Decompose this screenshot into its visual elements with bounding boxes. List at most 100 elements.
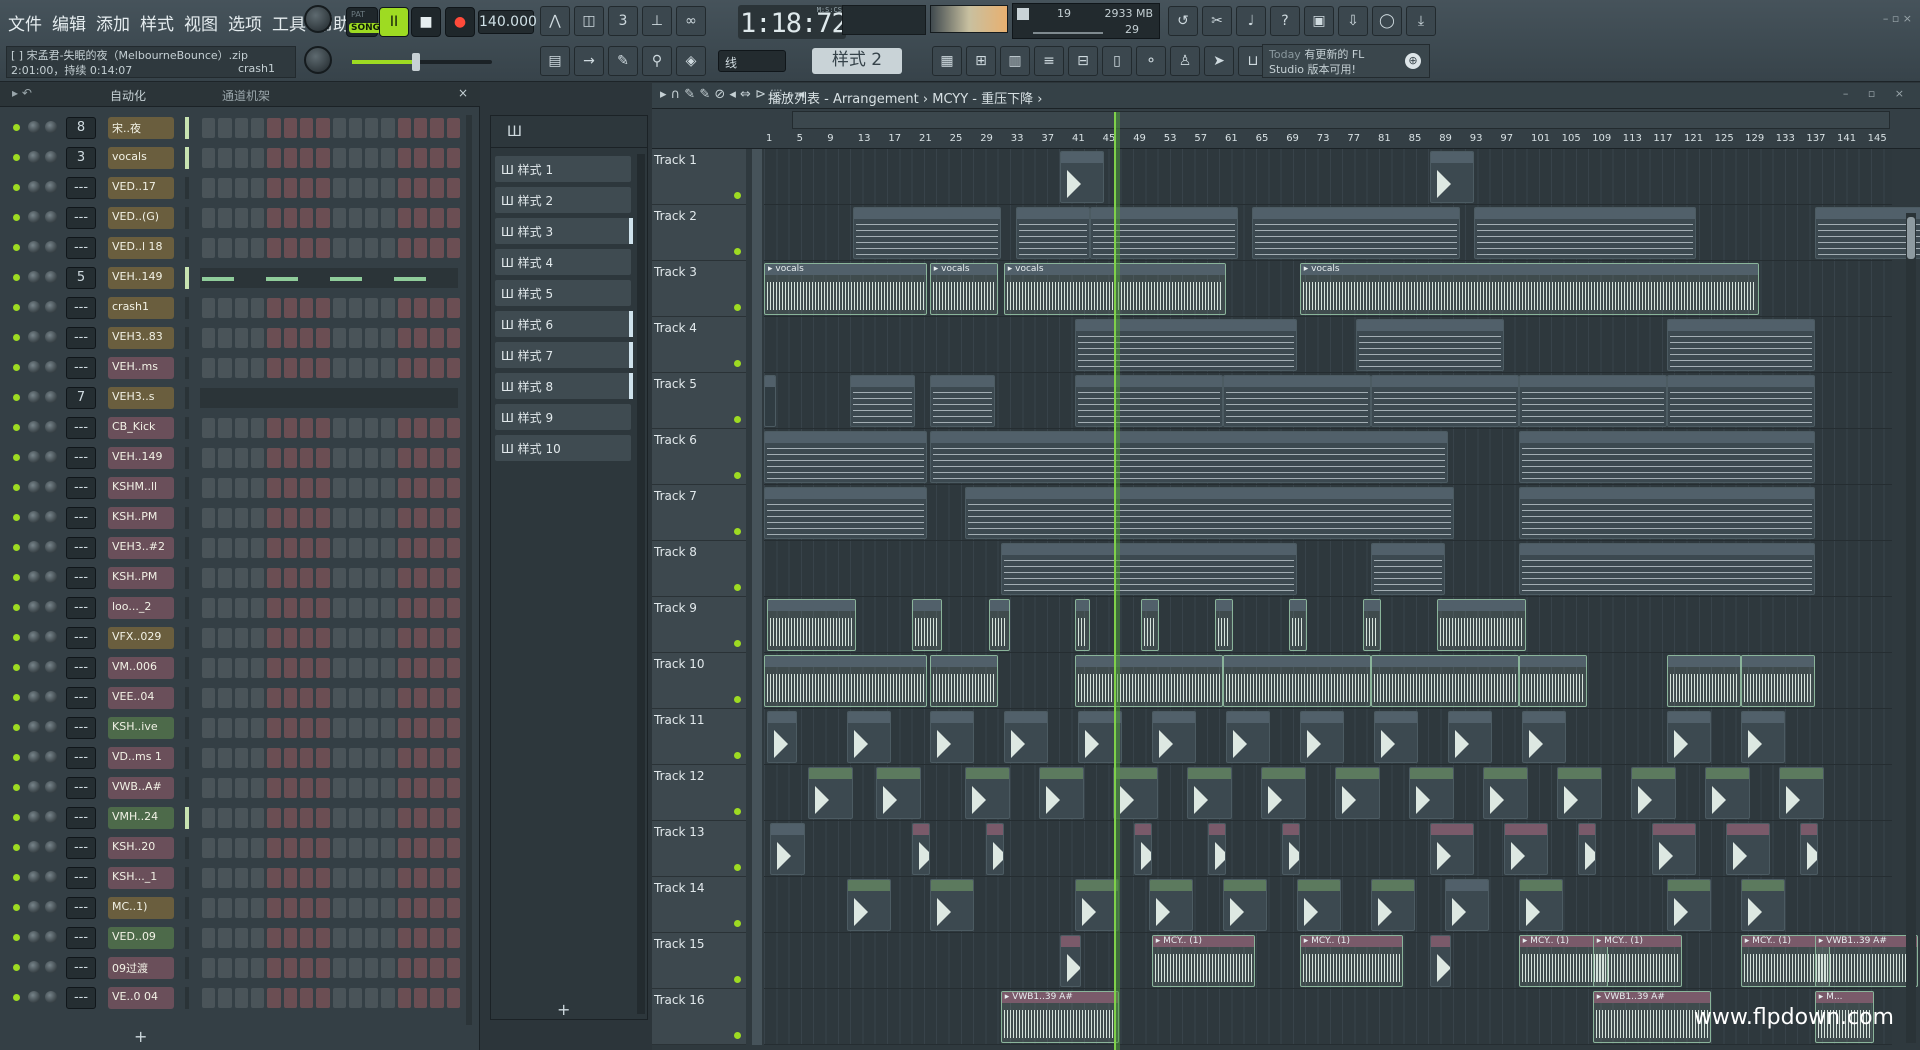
pattern-clip[interactable] bbox=[1074, 375, 1223, 427]
channel-select-grip[interactable] bbox=[185, 177, 189, 199]
channel-name-button[interactable]: vocals bbox=[108, 147, 174, 169]
channel-name-button[interactable]: VED..09 bbox=[108, 927, 174, 949]
step-button[interactable] bbox=[381, 688, 395, 708]
channel-select-grip[interactable] bbox=[185, 567, 189, 589]
step-button[interactable] bbox=[365, 778, 379, 798]
channel-name-button[interactable]: KSH..ive bbox=[108, 717, 174, 739]
channel-mixer-track[interactable]: --- bbox=[66, 657, 96, 679]
step-button[interactable] bbox=[397, 358, 412, 378]
step-button[interactable] bbox=[397, 178, 412, 198]
close-icon[interactable]: × bbox=[458, 86, 468, 100]
step-button[interactable] bbox=[414, 838, 428, 858]
step-button[interactable] bbox=[365, 508, 379, 528]
step-button[interactable] bbox=[218, 208, 232, 228]
step-button[interactable] bbox=[381, 898, 395, 918]
channel-pan-knob[interactable] bbox=[28, 811, 40, 823]
channel-row[interactable]: --- crash1 bbox=[0, 293, 480, 323]
step-button[interactable] bbox=[430, 688, 444, 708]
step-button[interactable] bbox=[283, 358, 297, 378]
step-button[interactable] bbox=[283, 298, 297, 318]
piano-roll-icon[interactable]: ⊞ bbox=[966, 46, 996, 76]
step-button[interactable] bbox=[430, 328, 444, 348]
channel-mute-led[interactable] bbox=[13, 304, 20, 311]
step-button[interactable] bbox=[381, 838, 395, 858]
channel-row[interactable]: --- VEH3..83 bbox=[0, 323, 480, 353]
step-button[interactable] bbox=[250, 868, 265, 888]
step-button[interactable] bbox=[332, 418, 346, 438]
step-button[interactable] bbox=[446, 538, 460, 558]
channel-select-grip[interactable] bbox=[185, 717, 189, 739]
step-button[interactable] bbox=[430, 238, 444, 258]
step-button[interactable] bbox=[348, 808, 363, 828]
track-lane[interactable] bbox=[764, 373, 1892, 429]
step-button[interactable] bbox=[316, 298, 330, 318]
step-button[interactable] bbox=[234, 478, 248, 498]
step-button[interactable] bbox=[365, 358, 379, 378]
step-button[interactable] bbox=[430, 448, 444, 468]
channel-volume-knob[interactable] bbox=[45, 931, 57, 943]
channel-volume-knob[interactable] bbox=[45, 121, 57, 133]
step-button[interactable] bbox=[332, 508, 346, 528]
step-button[interactable] bbox=[202, 298, 216, 318]
channel-volume-knob[interactable] bbox=[45, 301, 57, 313]
step-button[interactable] bbox=[218, 778, 232, 798]
step-button[interactable] bbox=[267, 118, 281, 138]
pattern-clip[interactable] bbox=[929, 431, 1448, 483]
channel-name-button[interactable]: loo..._2 bbox=[108, 597, 174, 619]
step-button[interactable] bbox=[316, 688, 330, 708]
channel-select-grip[interactable] bbox=[185, 387, 189, 409]
step-button[interactable] bbox=[414, 328, 428, 348]
step-button[interactable] bbox=[267, 808, 281, 828]
step-button[interactable] bbox=[381, 118, 395, 138]
track-lane[interactable] bbox=[764, 821, 1892, 877]
step-button[interactable] bbox=[283, 328, 297, 348]
step-button[interactable] bbox=[381, 718, 395, 738]
track-mute-led[interactable] bbox=[734, 976, 741, 983]
menu-add[interactable]: 添加 bbox=[94, 8, 132, 37]
step-button[interactable] bbox=[365, 298, 379, 318]
pattern-clip[interactable] bbox=[766, 711, 797, 763]
step-button[interactable] bbox=[202, 568, 216, 588]
step-button[interactable] bbox=[234, 778, 248, 798]
channel-mute-led[interactable] bbox=[13, 844, 20, 851]
channel-volume-knob[interactable] bbox=[45, 571, 57, 583]
step-button[interactable] bbox=[316, 148, 330, 168]
track-mute-led[interactable] bbox=[734, 528, 741, 535]
step-button[interactable] bbox=[267, 928, 281, 948]
step-button[interactable] bbox=[234, 898, 248, 918]
record-button[interactable]: ● bbox=[445, 7, 475, 37]
step-button[interactable] bbox=[202, 538, 216, 558]
step-button[interactable] bbox=[365, 838, 379, 858]
track-header[interactable]: Track 4 bbox=[652, 317, 762, 373]
step-button[interactable] bbox=[218, 718, 232, 738]
pattern-clip[interactable] bbox=[1151, 711, 1197, 763]
pattern-clip[interactable] bbox=[1282, 823, 1300, 875]
step-button[interactable] bbox=[414, 928, 428, 948]
step-button[interactable] bbox=[218, 118, 232, 138]
step-button[interactable] bbox=[283, 478, 297, 498]
channel-select-grip[interactable] bbox=[185, 867, 189, 889]
channel-name-button[interactable]: 宋..夜 bbox=[108, 117, 174, 139]
channel-mixer-track[interactable]: --- bbox=[66, 987, 96, 1009]
channel-select-grip[interactable] bbox=[185, 807, 189, 829]
step-button[interactable] bbox=[202, 778, 216, 798]
pattern-clip[interactable] bbox=[846, 711, 892, 763]
step-button[interactable] bbox=[381, 928, 395, 948]
arrow-share-icon[interactable]: ➤ bbox=[1204, 46, 1234, 76]
step-button[interactable] bbox=[234, 148, 248, 168]
channel-volume-knob[interactable] bbox=[45, 991, 57, 1003]
step-button[interactable] bbox=[267, 508, 281, 528]
news-panel[interactable]: Today 有更新的 FL Studio 版本可用! ⊕ bbox=[1262, 44, 1430, 78]
step-button[interactable] bbox=[365, 118, 379, 138]
channel-row[interactable]: --- VED..09 bbox=[0, 923, 480, 953]
step-button[interactable] bbox=[267, 868, 281, 888]
step-button[interactable] bbox=[299, 508, 314, 528]
step-button[interactable] bbox=[218, 358, 232, 378]
step-button[interactable] bbox=[414, 988, 428, 1008]
pattern-clip[interactable] bbox=[1222, 879, 1268, 931]
step-button[interactable] bbox=[218, 418, 232, 438]
step-button[interactable] bbox=[348, 988, 363, 1008]
channel-volume-knob[interactable] bbox=[45, 211, 57, 223]
track-size-grip[interactable] bbox=[752, 485, 762, 541]
step-button[interactable] bbox=[234, 688, 248, 708]
